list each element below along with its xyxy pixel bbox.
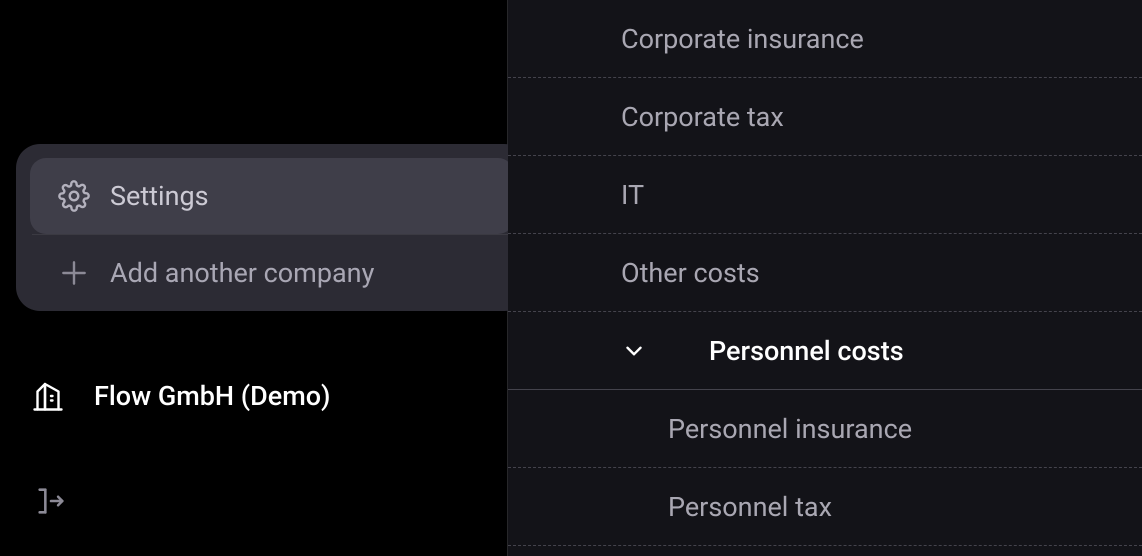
plus-icon [58, 257, 90, 289]
category-label: Corporate tax [621, 101, 784, 133]
logout-button[interactable] [34, 484, 68, 522]
category-item[interactable]: Corporate tax [508, 78, 1142, 156]
sidebar: Settings Add another company Flow GmbH (… [0, 0, 508, 556]
building-icon [30, 378, 66, 414]
category-label: Other costs [621, 257, 760, 289]
category-item[interactable]: Other costs [508, 234, 1142, 312]
category-item[interactable]: IT [508, 156, 1142, 234]
chevron-down-icon [621, 338, 647, 364]
category-label: Personnel tax [668, 491, 832, 523]
category-label: Personnel costs [665, 335, 904, 367]
logout-icon [34, 484, 68, 518]
category-label: IT [621, 179, 644, 211]
category-label: Personnel insurance [668, 413, 912, 445]
category-panel: Corporate insurance Corporate tax IT Other … [508, 0, 1142, 556]
company-menu-popover: Settings Add another company [16, 144, 528, 311]
company-name: Flow GmbH (Demo) [94, 380, 331, 412]
category-sub-item[interactable]: Personnel insurance [508, 390, 1142, 468]
settings-label: Settings [110, 180, 209, 212]
category-expandable[interactable]: Personnel costs [508, 312, 1142, 390]
add-company-label: Add another company [110, 257, 374, 289]
category-label: Corporate insurance [621, 23, 864, 55]
category-sub-item[interactable]: Personnel tax [508, 468, 1142, 546]
settings-menu-item[interactable]: Settings [30, 158, 514, 234]
add-company-menu-item[interactable]: Add another company [30, 235, 514, 311]
category-list: Corporate insurance Corporate tax IT Other … [508, 0, 1142, 546]
category-item[interactable]: Corporate insurance [508, 0, 1142, 78]
company-row[interactable]: Flow GmbH (Demo) [30, 378, 331, 414]
gear-icon [58, 180, 90, 212]
